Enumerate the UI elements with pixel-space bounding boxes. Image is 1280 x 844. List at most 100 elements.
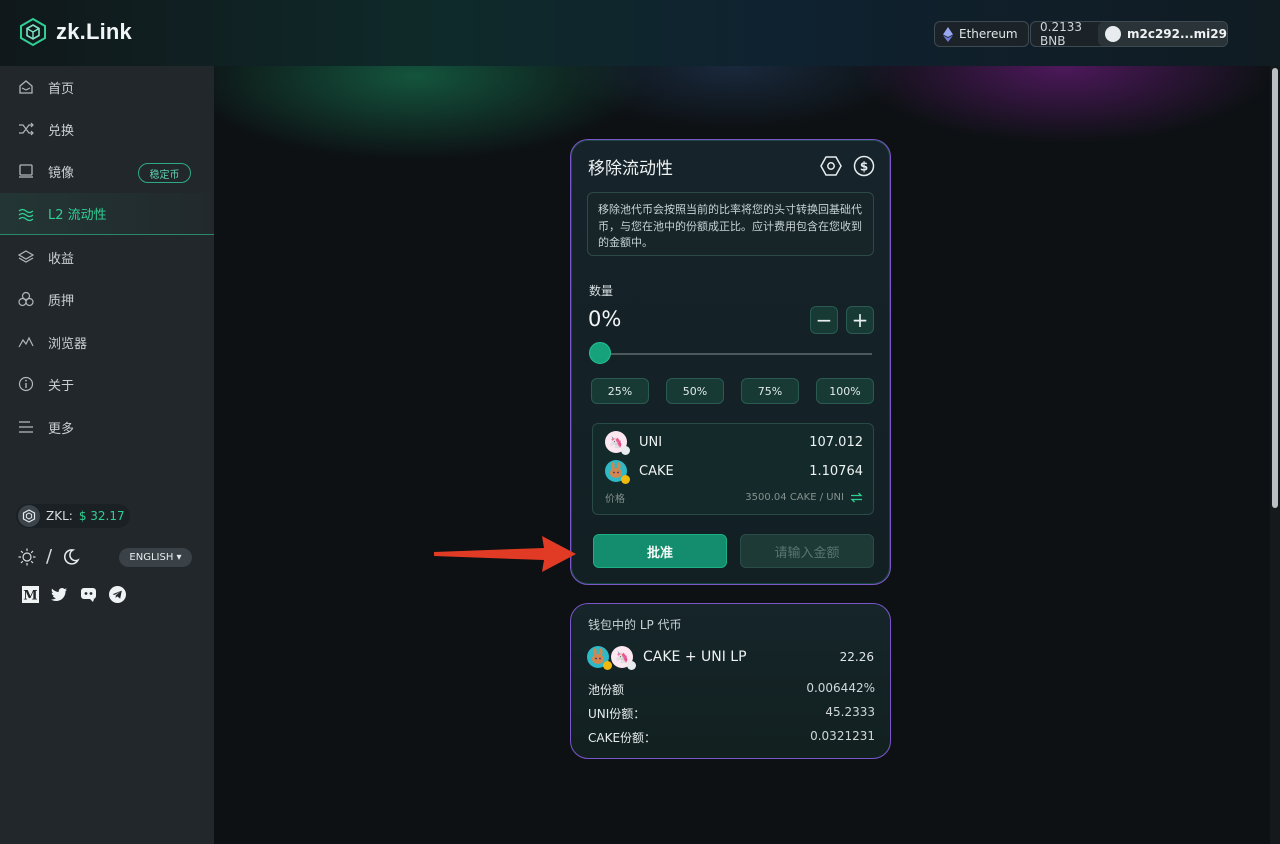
enter-amount-button[interactable]: 请输入金额	[740, 534, 874, 568]
wallet-address: m2c292...mi29	[1126, 27, 1227, 41]
home-icon	[19, 80, 33, 94]
sidebar-item-earn[interactable]: 收益	[0, 236, 214, 278]
wallet-address-button[interactable]: m2c292...mi29	[1097, 22, 1227, 46]
medium-icon[interactable]: M	[22, 586, 39, 603]
liquidity-icon	[18, 208, 34, 221]
sidebar-item-more[interactable]: 更多	[0, 406, 214, 448]
language-selector[interactable]: ENGLISH ▾	[119, 548, 192, 567]
swap-icon	[19, 122, 34, 136]
output-tokens-box: 🦄 UNI 107.012 CAKE 1.10764 价格 3500.04 CA…	[592, 423, 874, 515]
svg-text:$: $	[860, 160, 868, 174]
stake-icon	[18, 291, 34, 307]
lp-info-row: UNI份额： 45.2333	[588, 705, 875, 722]
amount-slider-thumb[interactable]	[589, 342, 611, 364]
mirror-icon	[19, 164, 33, 178]
sidebar-item-swap[interactable]: 兑换	[0, 108, 214, 150]
telegram-icon[interactable]	[109, 586, 126, 603]
token-amount: 107.012	[809, 434, 863, 450]
lp-card-title: 钱包中的 LP 代币	[588, 618, 682, 632]
ethereum-icon	[943, 26, 953, 42]
discord-icon[interactable]	[80, 586, 97, 603]
lp-info-row: 池份额 0.006442%	[588, 681, 875, 698]
twitter-icon[interactable]	[51, 586, 68, 603]
sidebar-item-home[interactable]: 首页	[0, 66, 214, 108]
moon-icon[interactable]	[62, 548, 80, 566]
sidebar-item-label: 关于	[48, 378, 75, 394]
annotation-arrow-icon	[434, 536, 576, 572]
sidebar-item-label: 镜像	[48, 165, 75, 181]
sidebar-item-label: 质押	[48, 293, 75, 309]
layers-icon	[18, 250, 34, 263]
lp-info-row: CAKE份额： 0.0321231	[588, 729, 875, 746]
amount-label: 数量	[589, 284, 614, 298]
remove-liquidity-card: 移除流动性 $ 移除池代币会按照当前的比率将您的头寸转换回基础代币，与您在池中的…	[570, 139, 891, 585]
info-icon	[18, 376, 34, 392]
theme-toggle: /	[18, 546, 80, 567]
chain-badge-icon	[627, 661, 636, 670]
page-title: 移除流动性	[588, 159, 673, 179]
cake-token-icon	[587, 646, 612, 670]
zkl-price: $ 32.17	[78, 509, 125, 523]
sidebar-item-about[interactable]: 关于	[0, 363, 214, 405]
stablecoin-badge: 稳定币	[138, 163, 191, 183]
sidebar-item-explorer[interactable]: 浏览器	[0, 321, 214, 363]
dollar-icon[interactable]: $	[853, 155, 875, 177]
preset-100-button[interactable]: 100%	[816, 378, 874, 404]
wallet-balance: 0.2133 BNB	[1040, 20, 1082, 48]
logo[interactable]: zk.Link	[18, 17, 132, 47]
description-box: 移除池代币会按照当前的比率将您的头寸转换回基础代币，与您在池中的份额成正比。应计…	[587, 192, 874, 256]
sidebar-item-label: 收益	[48, 251, 75, 267]
scrollbar-thumb[interactable]	[1272, 68, 1278, 508]
sidebar-item-label: L2 流动性	[48, 208, 107, 223]
wallet-button[interactable]: 0.2133 BNB m2c292...mi29	[1030, 20, 1228, 48]
lp-row-label: 池份额	[588, 683, 625, 697]
network-label: Ethereum	[959, 27, 1018, 41]
token-row-cake: CAKE 1.10764	[605, 459, 863, 484]
price-row: 价格 3500.04 CAKE / UNI	[605, 490, 863, 505]
zkl-price-widget: ZKL: $ 32.17	[16, 504, 130, 528]
uni-token-icon: 🦄	[611, 646, 636, 670]
preset-25-button[interactable]: 25%	[591, 378, 649, 404]
amount-percent: 0%	[588, 307, 622, 331]
amount-slider-track[interactable]	[600, 353, 872, 355]
bnb-badge-icon	[621, 475, 630, 484]
sidebar-item-label: 浏览器	[48, 336, 88, 352]
decrease-button[interactable]: −	[810, 306, 838, 334]
settings-hex-icon[interactable]	[820, 155, 842, 177]
cake-token-icon	[605, 460, 630, 484]
zkl-token-icon	[18, 505, 40, 527]
svg-text:M: M	[23, 589, 37, 604]
sidebar-item-label: 首页	[48, 81, 75, 97]
preset-50-button[interactable]: 50%	[666, 378, 724, 404]
token-amount: 1.10764	[809, 463, 863, 479]
network-selector[interactable]: Ethereum	[934, 21, 1029, 47]
sidebar-item-label: 兑换	[48, 123, 75, 139]
sidebar-item-l2-liquidity[interactable]: L2 流动性	[0, 193, 214, 235]
lp-pair: 🦄 CAKE + UNI LP	[587, 646, 747, 670]
theme-separator: /	[46, 546, 53, 567]
lp-row-value: 0.006442%	[806, 681, 875, 695]
lp-row-value: 45.2333	[825, 705, 875, 719]
lp-amount: 22.26	[839, 650, 874, 664]
sun-icon[interactable]	[18, 548, 36, 566]
sidebar-item-stake[interactable]: 质押	[0, 278, 214, 320]
lp-row-value: 0.0321231	[810, 729, 875, 743]
increase-button[interactable]: +	[846, 306, 874, 334]
sidebar-item-label: 更多	[48, 421, 75, 437]
chart-icon	[18, 336, 34, 348]
chain-badge-icon	[621, 446, 630, 455]
lp-tokens-card: 钱包中的 LP 代币 🦄 CAKE + UNI LP 22.26 池份额 0.0…	[570, 603, 891, 759]
zkl-label: ZKL:	[46, 509, 73, 523]
sidebar: 首页 兑换 镜像 稳定币 L2 流动性 收益 质押 浏览器 关于 更多 ZKL:…	[0, 66, 214, 844]
social-links: M	[22, 586, 126, 603]
top-header: zk.Link Ethereum 0.2133 BNB m2c292...mi2…	[0, 0, 1280, 66]
preset-75-button[interactable]: 75%	[741, 378, 799, 404]
lp-row-label: UNI份额：	[588, 707, 646, 721]
menu-icon	[19, 421, 33, 433]
zklink-logo-icon	[20, 17, 46, 47]
token-symbol: CAKE	[639, 463, 674, 479]
swap-arrows-icon[interactable]	[850, 492, 863, 503]
uni-token-icon: 🦄	[605, 431, 630, 455]
lp-pair-label: CAKE + UNI LP	[643, 649, 747, 665]
approve-button[interactable]: 批准	[593, 534, 727, 568]
